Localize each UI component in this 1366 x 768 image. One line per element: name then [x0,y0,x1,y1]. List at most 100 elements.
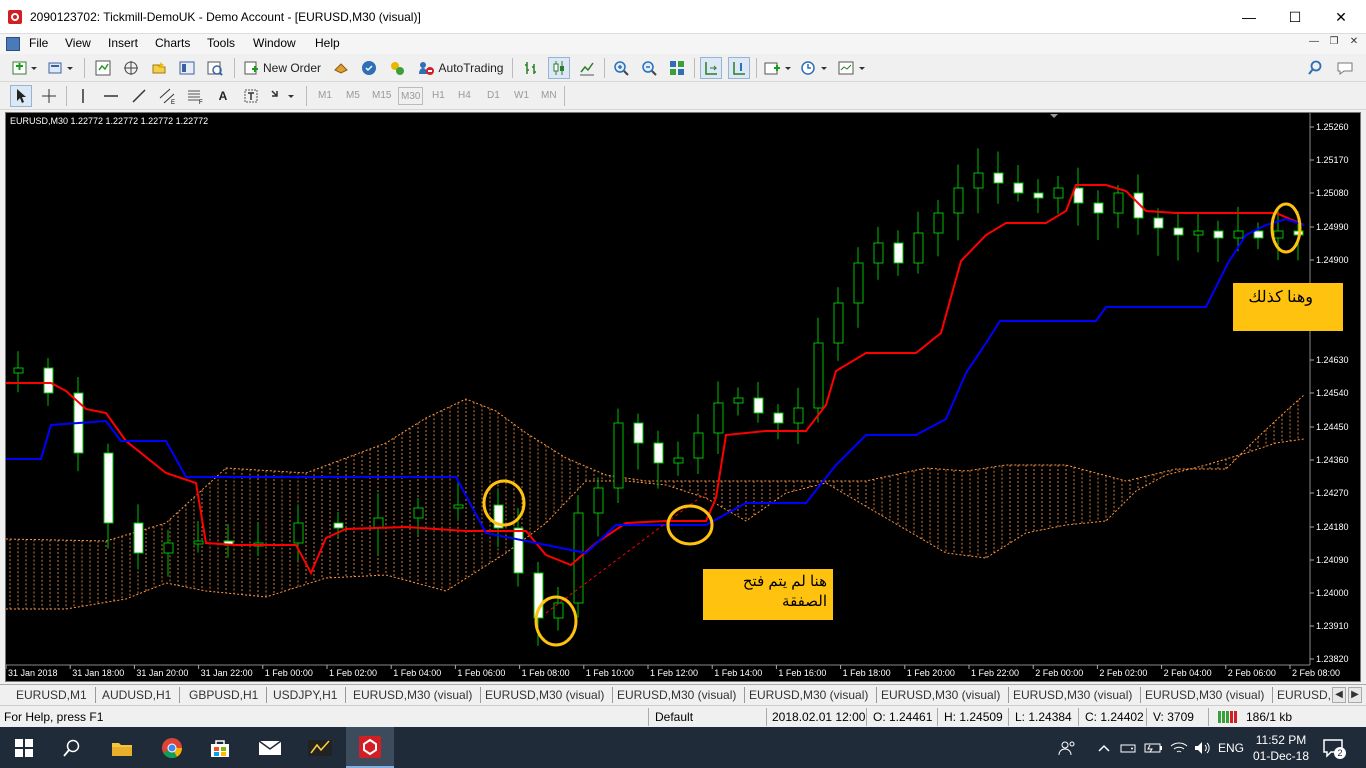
search-icon[interactable] [1304,57,1326,79]
store-button[interactable] [196,727,244,768]
battery-icon[interactable] [1144,727,1164,768]
chart-shift-icon[interactable] [728,57,750,79]
language-indicator[interactable]: ENG [1218,727,1244,768]
periods-icon[interactable] [798,57,830,79]
strategy-tester-icon[interactable] [204,57,226,79]
tab-eurusd-m30-visual-1[interactable]: EURUSD,M30 (visual) [345,687,482,703]
tab-eurusd-m30-visual-4[interactable]: EURUSD,M30 (visual) [741,687,878,703]
timeframe-m30[interactable]: M30 [398,87,424,105]
start-button[interactable] [0,727,48,768]
tab-eurusd-m30-visual-6[interactable]: EURUSD,M30 (visual) [1005,687,1142,703]
chrome-button[interactable] [148,727,196,768]
new-chart-icon[interactable] [10,57,40,79]
annotation-no-trade[interactable]: هنا لم يتم فتح الصفقة [703,569,833,620]
cursor-icon[interactable] [10,85,32,107]
profiles-icon[interactable] [46,57,76,79]
timeframe-mn[interactable]: MN [541,87,557,105]
wifi-icon[interactable] [1170,727,1188,768]
search-taskbar-button[interactable] [48,727,96,768]
time-label: 31 Jan 20:00 [136,668,188,678]
tray-overflow-icon[interactable] [1098,727,1110,768]
chat-icon[interactable] [1334,57,1356,79]
mdi-restore-button[interactable]: ❐ [1325,36,1343,52]
mt4-alt-button[interactable] [296,727,344,768]
timeframe-m1[interactable]: M1 [318,87,332,105]
autotrading-button[interactable]: AutoTrading [414,57,506,79]
tab-eurusd-m30-visual-3[interactable]: EURUSD,M30 (visual) [609,687,746,703]
minimize-button[interactable]: — [1226,4,1272,30]
chart-window-icon[interactable] [6,37,20,51]
auto-scroll-icon[interactable] [700,57,722,79]
tab-eurusd-m30-visual-2[interactable]: EURUSD,M30 (visual) [477,687,614,703]
market-watch-icon[interactable] [92,57,114,79]
timeframe-m15[interactable]: M15 [372,87,391,105]
fibonacci-icon[interactable]: F [184,85,206,107]
indicators-icon[interactable] [762,57,794,79]
menu-window[interactable]: Window [253,36,296,50]
price-chart[interactable]: 1.252601.251701.250801.249901.2490010201… [5,112,1361,682]
arrows-icon[interactable] [268,85,298,107]
tab-eurusd-partial[interactable]: EURUSD, [1269,687,1331,703]
time-label: 2 Feb 04:00 [1164,668,1212,678]
signals-icon[interactable] [358,57,380,79]
candle-body [913,232,924,264]
mt4-active-button[interactable] [346,727,394,768]
mail-button[interactable] [246,727,294,768]
tab-usdjpy-h1[interactable]: USDJPY,H1 [265,687,347,703]
market-icon[interactable] [330,57,352,79]
zoom-in-icon[interactable] [610,57,632,79]
tab-eurusd-m30-visual-7[interactable]: EURUSD,M30 (visual) [1137,687,1274,703]
bar-chart-icon[interactable] [520,57,542,79]
tab-scroll-right-icon[interactable]: ▶ [1348,687,1362,703]
tab-scroll-left-icon[interactable]: ◀ [1332,687,1346,703]
text-tool-button[interactable]: A [212,85,234,107]
mdi-minimize-button[interactable]: — [1305,36,1323,52]
templates-icon[interactable] [836,57,868,79]
annotation-also-here[interactable]: وهنا كذلك [1233,283,1343,331]
maximize-button[interactable]: ☐ [1272,4,1318,30]
notifications-button[interactable]: 2 [1322,727,1346,768]
tab-gbpusd-h1[interactable]: GBPUSD,H1 [181,687,268,703]
time-label: 1 Feb 04:00 [393,668,441,678]
timeframe-h1[interactable]: H1 [432,87,445,105]
file-explorer-button[interactable] [98,727,146,768]
drive-icon[interactable] [1120,727,1136,768]
people-icon[interactable] [1058,727,1076,768]
menu-tools[interactable]: Tools [207,36,235,50]
terminal-icon[interactable] [176,57,198,79]
vertical-line-icon[interactable] [72,85,94,107]
menu-file[interactable]: File [29,36,48,50]
timeframe-w1[interactable]: W1 [514,87,529,105]
new-order-button[interactable]: New Order [242,57,322,79]
candle-body [933,212,944,234]
expert-advisors-icon[interactable] [386,57,408,79]
navigator-icon[interactable] [148,57,170,79]
data-window-icon[interactable] [120,57,142,79]
clock[interactable]: 11:52 PM 01-Dec-18 [1250,727,1312,768]
tab-eurusd-m30-visual-5[interactable]: EURUSD,M30 (visual) [873,687,1010,703]
mdi-close-button[interactable]: ✕ [1345,36,1363,52]
new-order-icon [244,61,258,75]
candlesticks-icon[interactable] [548,57,570,79]
trendline-icon[interactable] [128,85,150,107]
crosshair-icon[interactable] [38,85,60,107]
line-chart-icon[interactable] [576,57,598,79]
close-button[interactable]: ✕ [1318,4,1364,30]
menu-view[interactable]: View [65,36,91,50]
equidistant-channel-icon[interactable]: E [156,85,178,107]
timeframe-h4[interactable]: H4 [458,87,471,105]
menu-help[interactable]: Help [315,36,340,50]
timeframe-m5[interactable]: M5 [346,87,360,105]
text-label-icon[interactable] [240,85,262,107]
tab-eurusd-m1[interactable]: EURUSD,M1 [8,687,96,703]
menu-charts[interactable]: Charts [155,36,190,50]
menu-insert[interactable]: Insert [108,36,138,50]
candlesticks [13,148,1304,646]
tile-windows-icon[interactable] [666,57,688,79]
tab-audusd-h1[interactable]: AUDUSD,H1 [94,687,181,703]
timeframe-d1[interactable]: D1 [487,87,500,105]
chart-shift-marker[interactable] [1050,114,1058,118]
volume-icon[interactable] [1194,727,1212,768]
zoom-out-icon[interactable] [638,57,660,79]
horizontal-line-icon[interactable] [100,85,122,107]
